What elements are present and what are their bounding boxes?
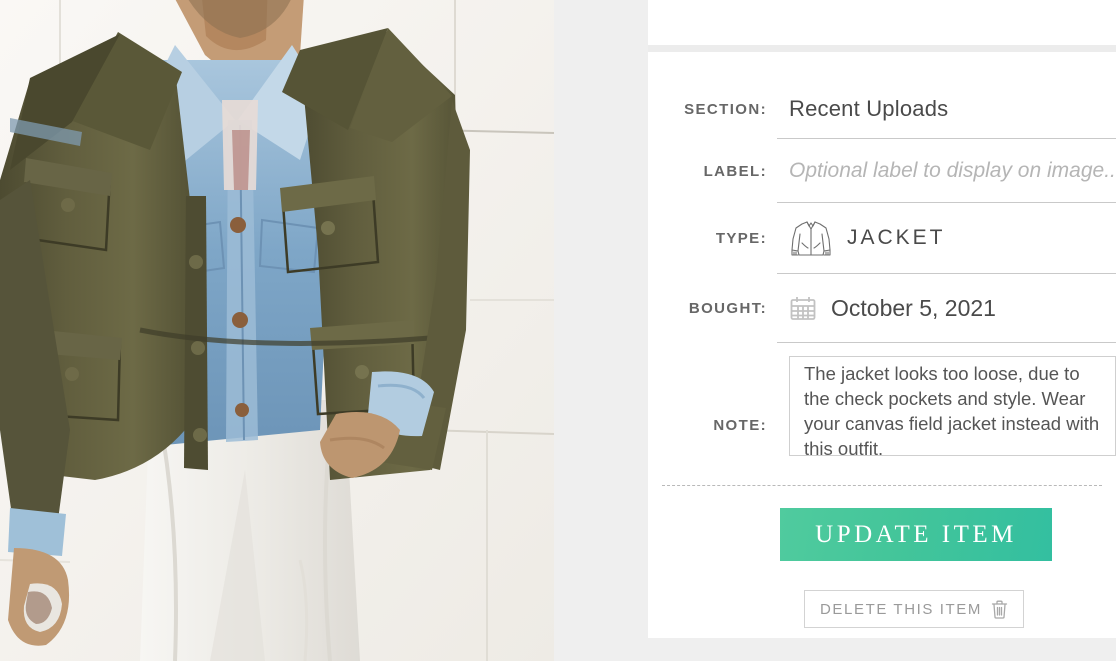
- item-detail-panel: Section: Recent Uploads Label: Optional …: [648, 52, 1116, 638]
- item-fields: Section: Recent Uploads Label: Optional …: [648, 80, 1116, 461]
- field-row-bought: Bought: October 5,: [648, 274, 1116, 343]
- section-value[interactable]: Recent Uploads: [789, 96, 948, 122]
- field-row-label: Label: Optional label to display on imag…: [648, 139, 1116, 203]
- item-photo[interactable]: [0, 0, 554, 661]
- item-photo-column: [0, 0, 554, 661]
- jacket-icon: [789, 217, 833, 259]
- label-field[interactable]: Optional label to display on image...: [777, 139, 1116, 203]
- type-label: Type:: [715, 230, 767, 247]
- panel-divider-gap: [648, 45, 1116, 52]
- calendar-icon[interactable]: [789, 294, 817, 322]
- note-field[interactable]: The jacket looks too loose, due to the c…: [777, 348, 1116, 456]
- update-item-button[interactable]: Update Item: [780, 508, 1052, 561]
- note-textarea[interactable]: The jacket looks too loose, due to the c…: [789, 356, 1116, 456]
- actions-divider: [662, 485, 1102, 486]
- bought-field[interactable]: October 5, 2021: [777, 274, 1116, 343]
- field-row-note: Note: The jacket looks too loose, due to…: [648, 343, 1116, 461]
- section-field[interactable]: Recent Uploads: [777, 80, 1116, 139]
- type-value[interactable]: Jacket: [847, 226, 946, 250]
- label-label: Label:: [703, 162, 767, 180]
- field-row-section: Section: Recent Uploads: [648, 80, 1116, 139]
- label-placeholder[interactable]: Optional label to display on image...: [789, 159, 1116, 183]
- type-field[interactable]: Jacket: [777, 203, 1116, 274]
- bought-value[interactable]: October 5, 2021: [831, 295, 996, 322]
- panel-header-strip: [648, 0, 1116, 45]
- trash-icon: [991, 600, 1008, 619]
- delete-item-button[interactable]: Delete This Item: [804, 590, 1024, 628]
- layout-gutter: [554, 0, 648, 661]
- field-row-type: Type:: [648, 203, 1116, 274]
- bought-label: Bought:: [688, 300, 767, 317]
- delete-item-label: Delete This Item: [819, 600, 982, 618]
- note-label: Note:: [713, 416, 767, 434]
- item-detail-screen: Section: Recent Uploads Label: Optional …: [0, 0, 1116, 661]
- section-label: Section:: [684, 101, 767, 118]
